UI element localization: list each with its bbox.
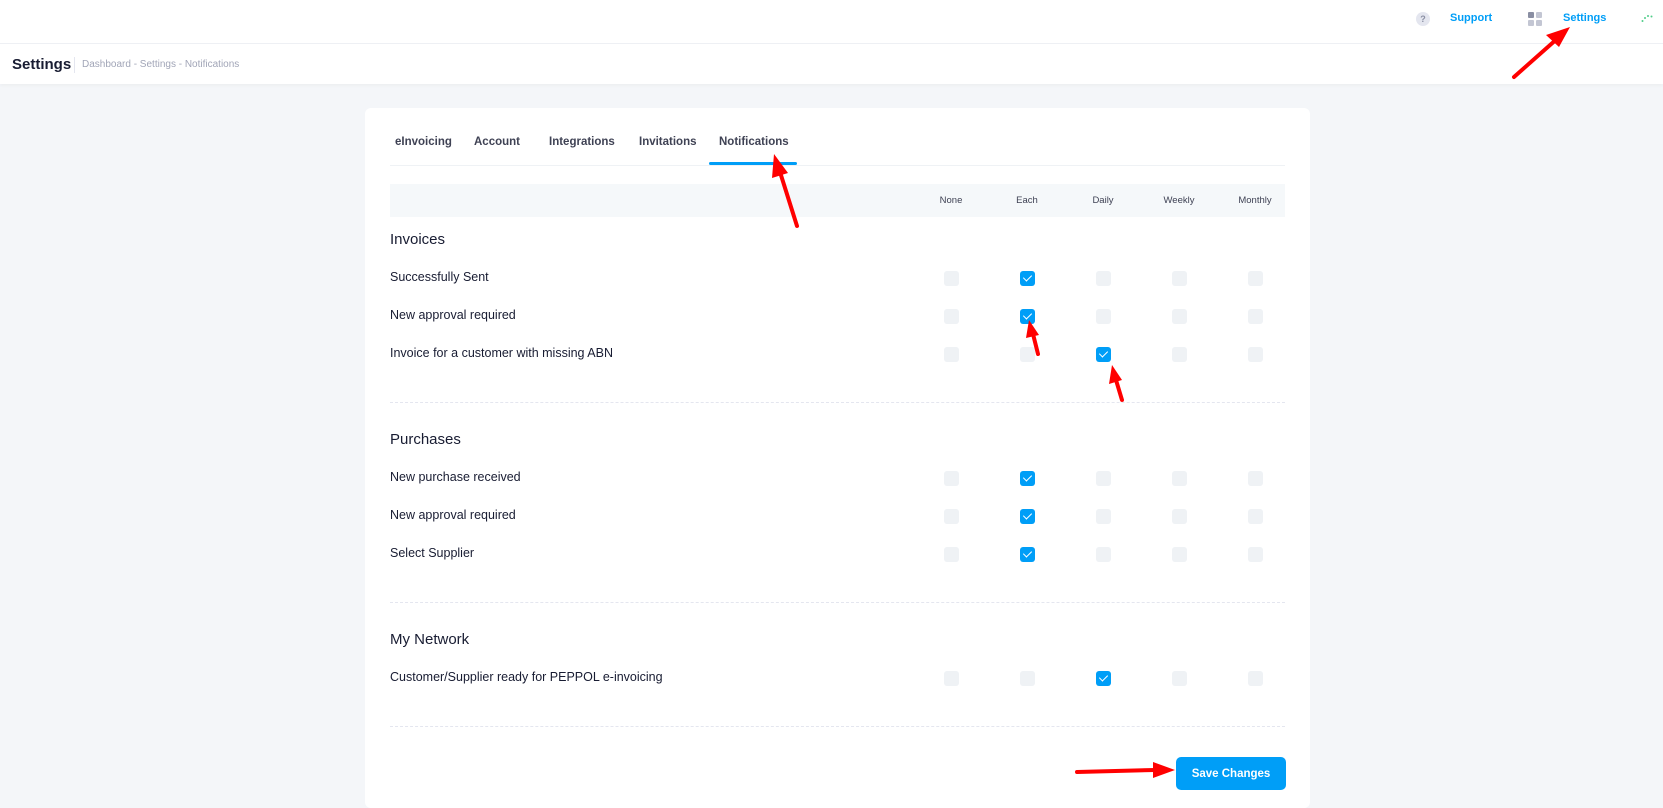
checkbox-daily[interactable] bbox=[1095, 671, 1111, 686]
top-navbar: ? Support Settings bbox=[0, 0, 1663, 44]
checkbox-none[interactable] bbox=[943, 671, 959, 686]
checkbox-monthly[interactable] bbox=[1247, 509, 1263, 524]
notifications-card: eInvoicing Account Integrations Invitati… bbox=[365, 108, 1310, 808]
checkbox-weekly[interactable] bbox=[1171, 347, 1187, 362]
section-divider bbox=[390, 602, 1285, 603]
checkbox-each[interactable] bbox=[1019, 309, 1035, 324]
checkbox-weekly[interactable] bbox=[1171, 471, 1187, 486]
checkbox-weekly[interactable] bbox=[1171, 509, 1187, 524]
tab-notifications[interactable]: Notifications bbox=[719, 136, 789, 148]
section-divider bbox=[390, 402, 1285, 403]
checkbox-each[interactable] bbox=[1019, 347, 1035, 362]
checkbox-weekly[interactable] bbox=[1171, 547, 1187, 562]
row-label: Successfully Sent bbox=[390, 270, 489, 284]
checkbox-monthly[interactable] bbox=[1247, 309, 1263, 324]
checkbox-none[interactable] bbox=[943, 471, 959, 486]
checkbox-each[interactable] bbox=[1019, 509, 1035, 524]
apps-grid-icon[interactable] bbox=[1528, 12, 1542, 26]
checkbox-monthly[interactable] bbox=[1247, 271, 1263, 286]
checkbox-none[interactable] bbox=[943, 547, 959, 562]
loading-spinner-icon bbox=[1641, 15, 1653, 22]
column-daily: Daily bbox=[1092, 195, 1114, 206]
checkbox-none[interactable] bbox=[943, 271, 959, 286]
checkbox-daily[interactable] bbox=[1095, 471, 1111, 486]
checkbox-each[interactable] bbox=[1019, 271, 1035, 286]
row-label: Customer/Supplier ready for PEPPOL e-inv… bbox=[390, 670, 663, 684]
checkbox-monthly[interactable] bbox=[1247, 471, 1263, 486]
checkbox-daily[interactable] bbox=[1095, 271, 1111, 286]
row-label: New purchase received bbox=[390, 470, 521, 484]
section-title-invoices: Invoices bbox=[390, 231, 446, 248]
tab-integrations[interactable]: Integrations bbox=[549, 136, 615, 148]
checkbox-daily[interactable] bbox=[1095, 547, 1111, 562]
save-changes-button[interactable]: Save Changes bbox=[1176, 757, 1286, 790]
page-title: Settings bbox=[12, 56, 72, 73]
column-none: None bbox=[939, 195, 963, 206]
checkbox-none[interactable] bbox=[943, 509, 959, 524]
checkbox-weekly[interactable] bbox=[1171, 271, 1187, 286]
checkbox-weekly[interactable] bbox=[1171, 671, 1187, 686]
page-header: Settings Dashboard - Settings - Notifica… bbox=[0, 44, 1663, 84]
row-label: Select Supplier bbox=[390, 546, 475, 560]
checkbox-daily[interactable] bbox=[1095, 309, 1111, 324]
checkbox-each[interactable] bbox=[1019, 671, 1035, 686]
checkbox-monthly[interactable] bbox=[1247, 547, 1263, 562]
section-title-purchases: Purchases bbox=[390, 431, 461, 448]
checkbox-monthly[interactable] bbox=[1247, 671, 1263, 686]
tab-account[interactable]: Account bbox=[474, 136, 520, 148]
checkbox-monthly[interactable] bbox=[1247, 347, 1263, 362]
checkbox-daily[interactable] bbox=[1095, 509, 1111, 524]
checkbox-weekly[interactable] bbox=[1171, 309, 1187, 324]
row-label: New approval required bbox=[390, 308, 516, 322]
checkbox-none[interactable] bbox=[943, 347, 959, 362]
active-tab-indicator bbox=[709, 162, 797, 165]
tab-einvoicing[interactable]: eInvoicing bbox=[395, 136, 452, 148]
checkbox-none[interactable] bbox=[943, 309, 959, 324]
tab-invitations[interactable]: Invitations bbox=[639, 136, 697, 148]
settings-link[interactable]: Settings bbox=[1563, 12, 1606, 24]
checkbox-each[interactable] bbox=[1019, 471, 1035, 486]
section-divider bbox=[390, 726, 1285, 727]
row-label: Invoice for a customer with missing ABN bbox=[390, 346, 613, 360]
row-label: New approval required bbox=[390, 508, 516, 522]
column-each: Each bbox=[1016, 195, 1038, 206]
help-icon[interactable]: ? bbox=[1416, 12, 1430, 26]
section-title-my-network: My Network bbox=[390, 631, 470, 648]
checkbox-daily[interactable] bbox=[1095, 347, 1111, 362]
settings-tabs: eInvoicing Account Integrations Invitati… bbox=[390, 108, 1285, 166]
frequency-header: None Each Daily Weekly Monthly bbox=[390, 184, 1285, 217]
column-weekly: Weekly bbox=[1163, 195, 1195, 206]
title-divider bbox=[74, 57, 75, 73]
checkbox-each[interactable] bbox=[1019, 547, 1035, 562]
column-monthly: Monthly bbox=[1238, 195, 1272, 206]
breadcrumb: Dashboard - Settings - Notifications bbox=[82, 59, 240, 70]
support-link[interactable]: Support bbox=[1450, 12, 1492, 24]
